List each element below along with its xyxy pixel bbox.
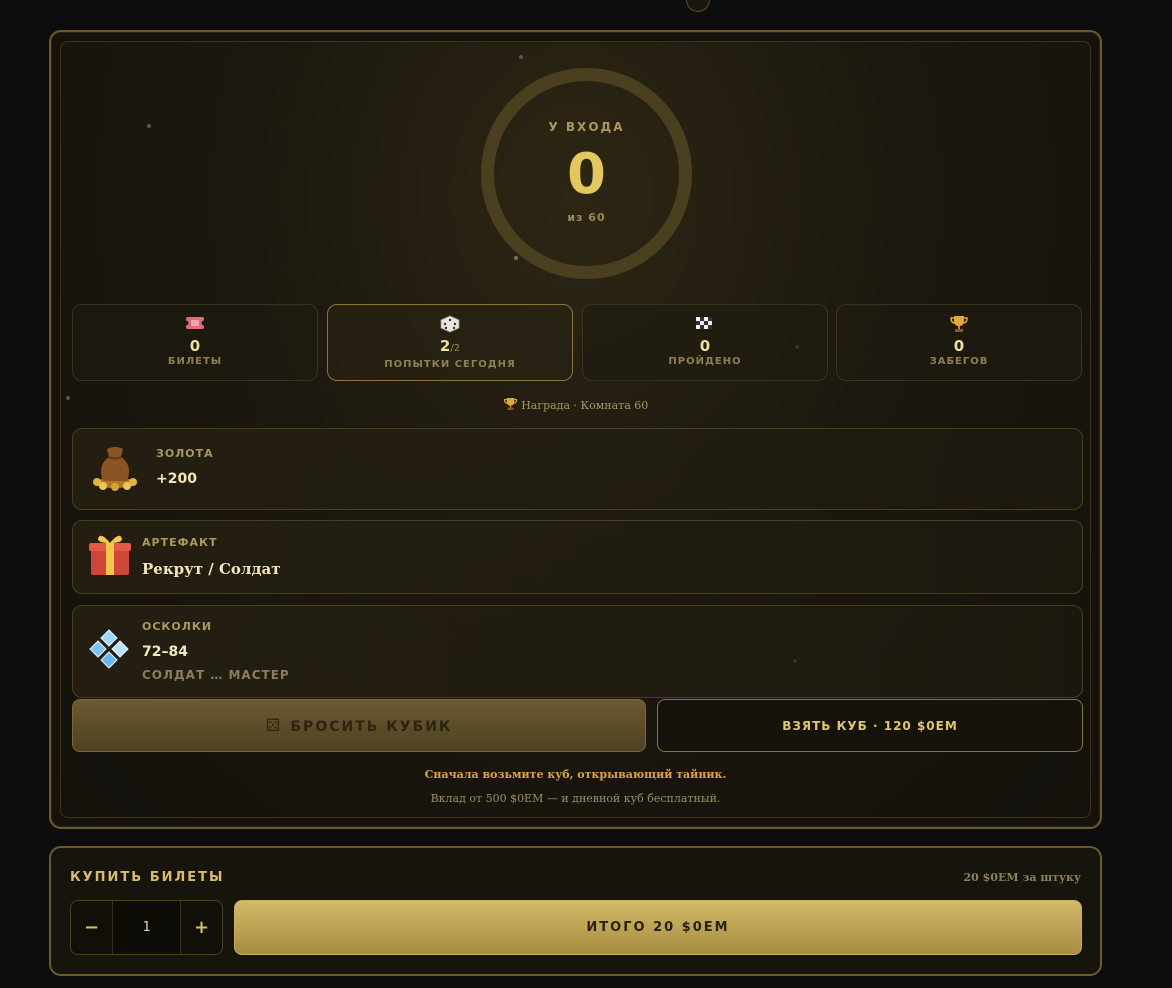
progress-caption: У ВХОДА [548, 120, 625, 134]
take-cube-button[interactable]: ВЗЯТЬ КУБ · 120 $0EM [657, 699, 1083, 752]
attempts-max: /2 [450, 343, 461, 354]
trophy-icon [949, 315, 969, 333]
buy-tickets-title: КУПИТЬ БИЛЕТЫ [70, 870, 225, 885]
stat-attempts: 2/2 ПОПЫТКИ СЕГОДНЯ [327, 304, 573, 381]
checkered-flag-icon [695, 315, 715, 333]
stat-tickets-value: 0 [189, 337, 201, 355]
gold-title: ЗОЛОТА [156, 447, 214, 460]
gold-value: +200 [156, 471, 197, 487]
sparkle [514, 256, 518, 260]
shards-value: 72–84 [142, 644, 188, 660]
stat-passed-label: ПРОЙДЕНО [668, 356, 742, 367]
sparkle [519, 55, 523, 59]
stat-attempts-label: ПОПЫТКИ СЕГОДНЯ [384, 359, 516, 370]
quantity-stepper: − 1 + [70, 900, 223, 955]
top-nub [686, 0, 710, 12]
buy-total-button[interactable]: ИТОГО 20 $0EM [234, 900, 1082, 955]
decrease-quantity-button[interactable]: − [71, 901, 113, 954]
dungeon-panel: У ВХОДА 0 из 60 0 БИЛЕТЫ 2/2 ПОПЫТКИ СЕГ… [49, 30, 1102, 829]
ticket-icon [183, 315, 207, 333]
stat-runs: 0 ЗАБЕГОВ [836, 304, 1082, 381]
stat-tickets: 0 БИЛЕТЫ [72, 304, 318, 381]
stat-tickets-label: БИЛЕТЫ [167, 356, 223, 367]
stat-attempts-value: 2/2 [328, 337, 572, 358]
trophy-icon [503, 398, 522, 414]
gold-bag-icon [89, 443, 141, 495]
buy-tickets-panel: КУПИТЬ БИЛЕТЫ 20 $0EM за штуку − 1 + ИТО… [49, 846, 1102, 976]
stat-passed-value: 0 [699, 337, 711, 355]
reward-heading: Награда · Комната 60 [61, 397, 1090, 414]
progress-value: 0 [567, 142, 606, 207]
reward-gold-card: ЗОЛОТА +200 [72, 428, 1083, 510]
stat-passed: 0 ПРОЙДЕНО [582, 304, 828, 381]
stat-runs-value: 0 [953, 337, 965, 355]
increase-quantity-button[interactable]: + [180, 901, 222, 954]
gift-icon [88, 533, 132, 581]
shards-ranks: СОЛДАТ … МАСТЕР [142, 668, 290, 682]
dungeon-inner: У ВХОДА 0 из 60 0 БИЛЕТЫ 2/2 ПОПЫТКИ СЕГ… [60, 41, 1091, 818]
reward-title: Награда · Комната 60 [521, 399, 649, 412]
stat-runs-label: ЗАБЕГОВ [929, 356, 989, 367]
attempts-count: 2 [439, 337, 451, 355]
sparkle [147, 124, 151, 128]
quantity-input[interactable]: 1 [113, 901, 180, 954]
hint-secondary: Вклад от 500 $0EM — и дневной куб беспла… [430, 792, 721, 805]
roll-dice-label: БРОСИТЬ КУБИК [290, 719, 453, 735]
dice-icon [440, 315, 460, 333]
hint-primary: Сначала возьмите куб, открывающий тайник… [424, 768, 727, 781]
shards-icon [88, 628, 130, 674]
roll-dice-button[interactable]: ⚄ БРОСИТЬ КУБИК [72, 699, 646, 752]
progress-ring: У ВХОДА 0 из 60 [481, 68, 692, 279]
artifact-title: АРТЕФАКТ [142, 536, 218, 549]
progress-total: из 60 [567, 211, 606, 224]
ticket-unit-price: 20 $0EM за штуку [963, 871, 1081, 884]
reward-artifact-card: АРТЕФАКТ Рекрут / Солдат [72, 520, 1083, 594]
artifact-value: Рекрут / Солдат [142, 560, 281, 578]
reward-shards-card: ОСКОЛКИ 72–84 СОЛДАТ … МАСТЕР [72, 605, 1083, 698]
dice-icon: ⚄ [265, 716, 283, 736]
shards-title: ОСКОЛКИ [142, 620, 213, 633]
